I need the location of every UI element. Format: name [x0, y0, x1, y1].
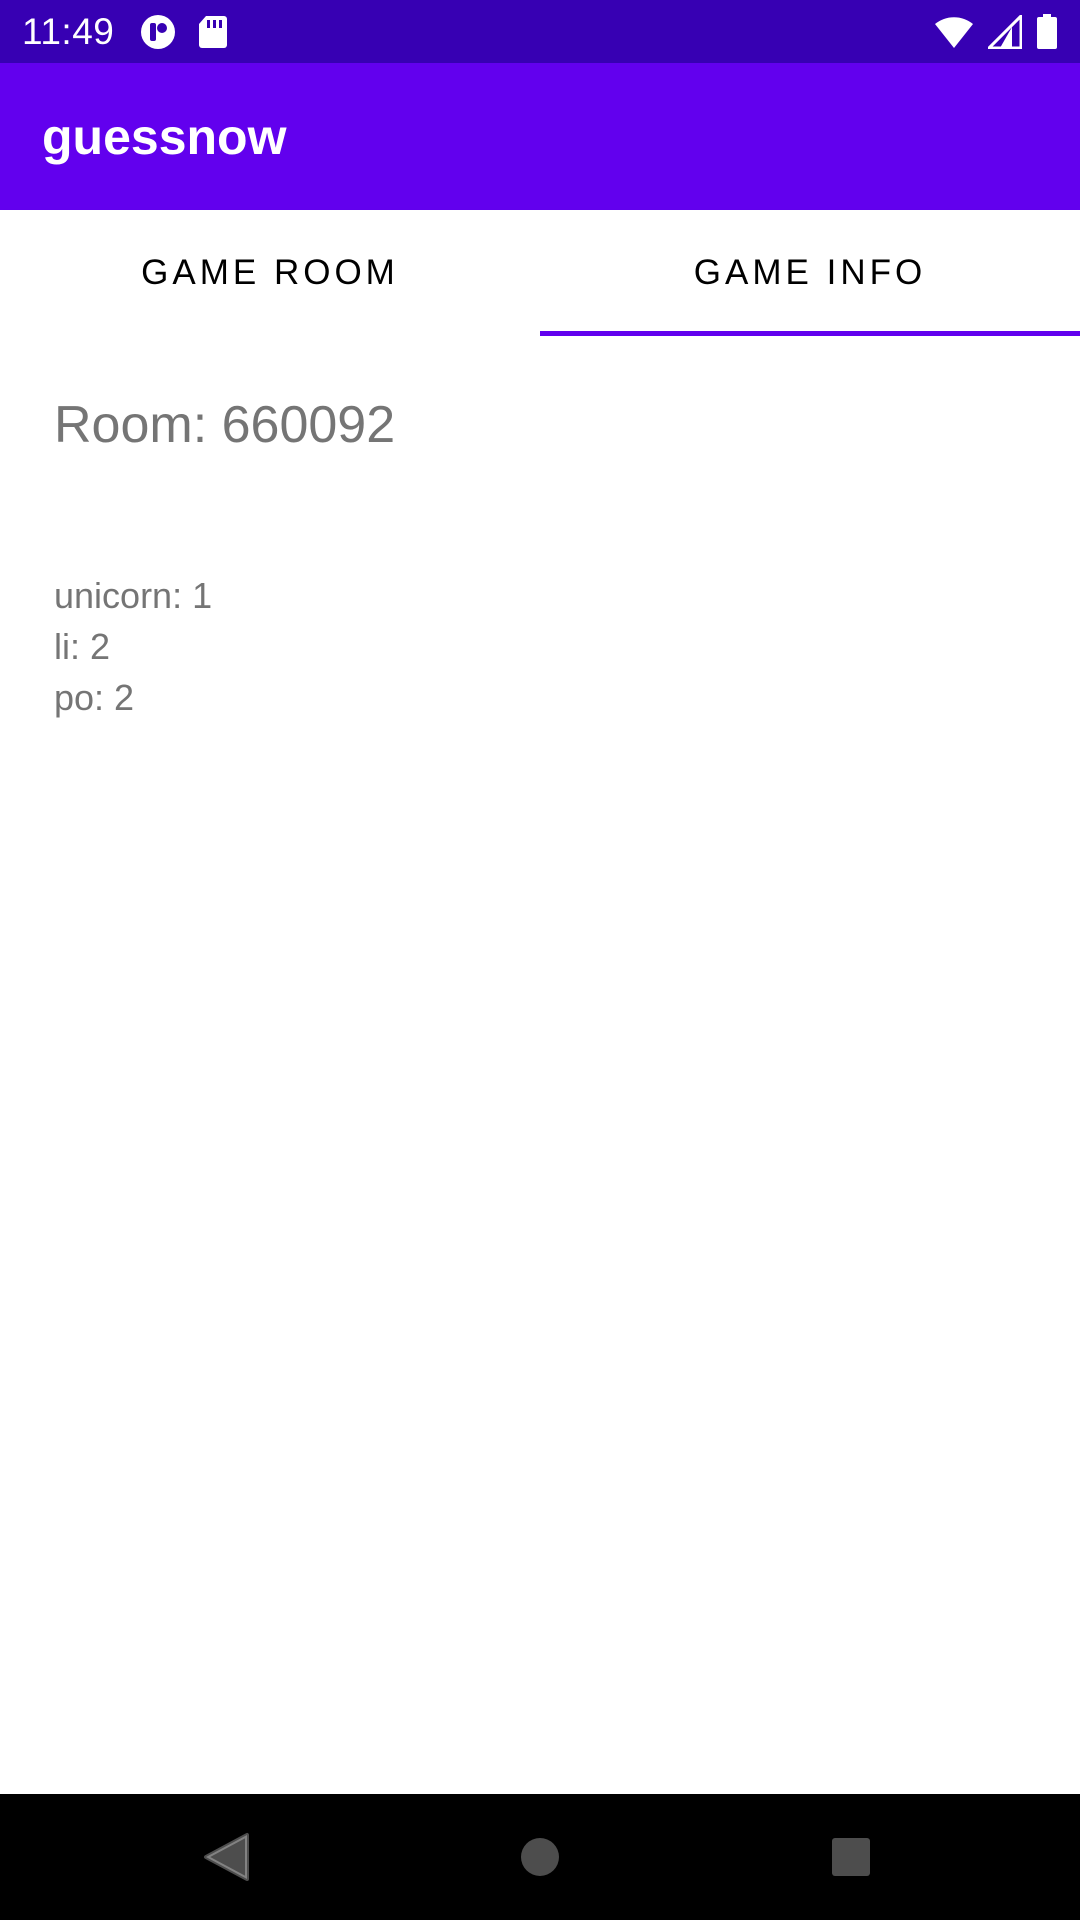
tab-game-room-label: GAME ROOM [141, 253, 399, 292]
wifi-icon [934, 15, 974, 49]
notification-app-icon [140, 14, 176, 50]
recents-icon [830, 1836, 872, 1878]
sd-card-icon [198, 15, 228, 49]
status-time: 11:49 [22, 11, 115, 52]
status-right-icons [934, 13, 1058, 51]
score-item: li: 2 [54, 626, 111, 667]
back-icon [203, 1832, 249, 1882]
battery-icon [1036, 14, 1058, 50]
score-item: unicorn: 1 [54, 575, 213, 616]
tab-game-info-label: GAME INFO [693, 253, 927, 292]
status-bar: 11:49 [0, 0, 1080, 63]
tab-game-info[interactable]: GAME INFO [540, 210, 1080, 336]
home-icon [519, 1836, 561, 1878]
home-button[interactable] [507, 1824, 573, 1890]
back-button[interactable] [193, 1824, 259, 1890]
navigation-bar [0, 1794, 1080, 1920]
score-item: po: 2 [54, 677, 135, 718]
app-bar: guessnow [0, 63, 1080, 210]
score-list: unicorn: 1 li: 2 po: 2 [54, 570, 212, 723]
cell-signal-icon [988, 15, 1022, 49]
tab-game-room[interactable]: GAME ROOM [0, 210, 540, 336]
tab-bar: GAME ROOM GAME INFO [0, 210, 1080, 336]
screen: 11:49 guessnow GAME ROOM GAME INFO Room:… [0, 0, 1080, 1920]
status-left-icons [140, 13, 228, 51]
app-title: guessnow [42, 109, 287, 165]
recents-button[interactable] [818, 1824, 884, 1890]
game-info-content: Room: 660092 unicorn: 1 li: 2 po: 2 [0, 336, 1080, 1794]
room-label: Room: 660092 [54, 396, 396, 454]
